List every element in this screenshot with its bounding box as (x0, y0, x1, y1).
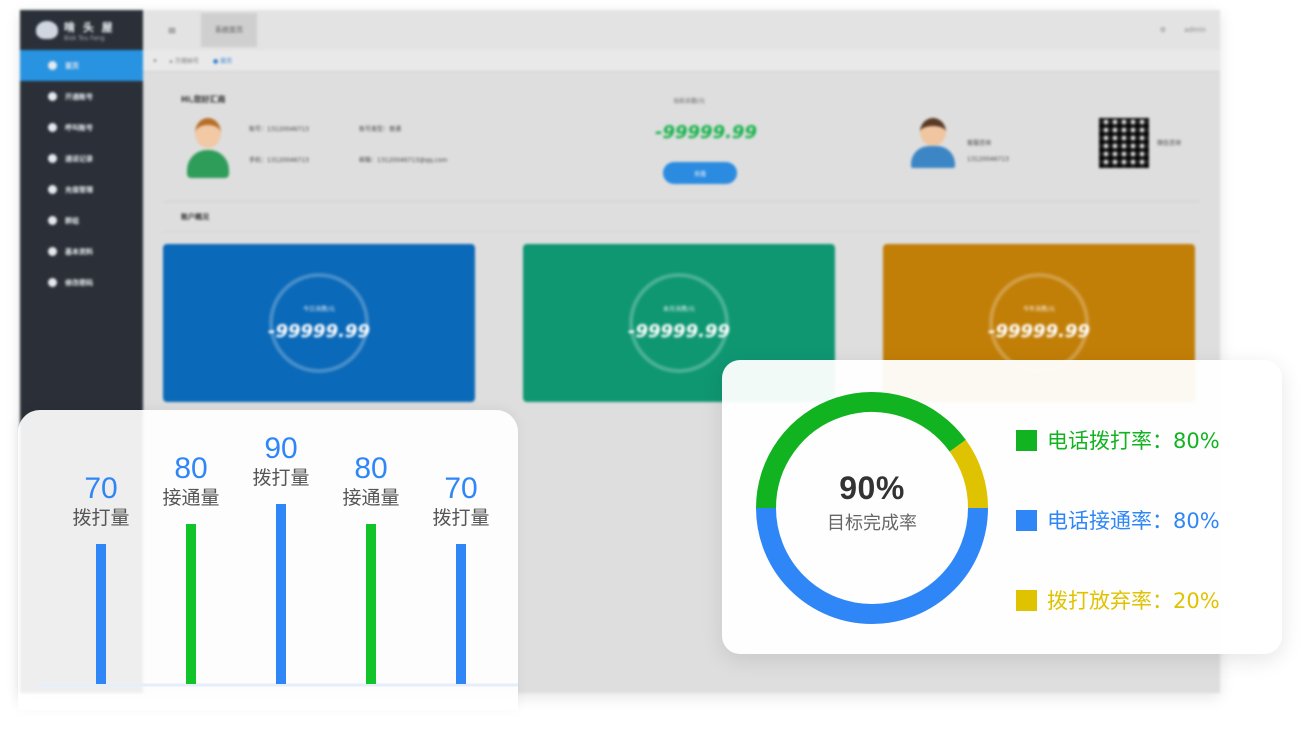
lock-icon (48, 278, 57, 287)
sidebar-item-recharge[interactable]: 充值管理 (20, 174, 143, 205)
bar-value-label: 80 (174, 452, 207, 485)
donut-legend: 电话拨打率：80% 电话接通率：80% 拨打放弃率：20% (1016, 400, 1220, 640)
legend-label: 电话拨打率：80% (1047, 429, 1220, 453)
recharge-button[interactable]: 充值 (663, 162, 737, 184)
tab-dashboard[interactable]: 系统首页 (201, 13, 257, 47)
group-icon (48, 216, 57, 225)
bar-category-label: 接通量 (162, 487, 219, 509)
home-icon (48, 61, 57, 70)
legend-item: 电话拨打率：80% (1016, 400, 1220, 480)
top-bar: ≡ 系统首页 ⚙ admin (143, 10, 1220, 50)
donut-center: 90% 目标完成率 (792, 470, 952, 535)
breadcrumb-current[interactable]: ● 首页 (213, 56, 232, 65)
bar-category-label: 拨打量 (72, 507, 129, 529)
sidebar-item-group[interactable]: 群组 (20, 205, 143, 236)
bar (366, 524, 376, 684)
legend-swatch (1016, 589, 1037, 611)
service-info: 客服咨询 13120046713 (967, 136, 1009, 168)
legend-label: 电话接通率：80% (1047, 509, 1220, 533)
phone-icon (48, 123, 57, 132)
legend-item: 拨打放弃率：20% (1016, 560, 1220, 640)
service-phone: 13120046713 (967, 156, 1009, 163)
service-label: 客服咨询 (967, 140, 992, 147)
logo-mark-icon (36, 21, 58, 39)
user-menu[interactable]: admin (1184, 26, 1206, 34)
stat-card-label: 今年消费/元 (1022, 306, 1056, 313)
avatar (185, 116, 231, 180)
menu-toggle-icon[interactable]: ≡ (143, 24, 201, 37)
sidebar-nav: 首页 开通账号 呼叫账号 通话记录 充值管理 群组 基本资料 修改密码 (20, 50, 143, 298)
sidebar-item-profile[interactable]: 基本资料 (20, 236, 143, 267)
bar (456, 544, 466, 684)
account-fields: 账号：13120046713 账号类型：普通 手机：13120046713 邮箱… (249, 124, 519, 164)
greeting: Hi,您好汇商 (181, 95, 226, 104)
section-title: 账户概况 (163, 202, 1200, 232)
bar-value-label: 90 (264, 432, 297, 465)
wallet-icon (48, 185, 57, 194)
account-field: 账号类型：普通 (359, 126, 402, 133)
donut-center-value: 90% (839, 470, 905, 506)
legend-item: 电话接通率：80% (1016, 480, 1220, 560)
bar (186, 524, 196, 684)
logo-subtext: Bisk Tou Fang (64, 34, 105, 42)
ring-decoration (629, 273, 729, 373)
ring-decoration (989, 273, 1089, 373)
balance-label: 当前余额/元 (673, 98, 706, 105)
bar-value-label: 70 (444, 472, 477, 505)
legend-label: 拨打放弃率：20% (1047, 589, 1220, 613)
account-field: 手机：13120046713 (249, 157, 309, 164)
bar-category-label: 拨打量 (432, 507, 489, 529)
bar (96, 544, 106, 684)
breadcrumb: ◂ ▸ 万德纳号 ● 首页 (143, 50, 1220, 72)
donut-segment (949, 439, 988, 509)
bar-value-label: 70 (84, 472, 117, 505)
sidebar-item-password[interactable]: 修改密码 (20, 267, 143, 298)
balance-value: -99999.99 (655, 122, 757, 143)
account-info: Hi,您好汇商 账号：13120046713 账号类型：普通 手机：131200… (163, 72, 1200, 202)
ring-decoration (269, 273, 369, 373)
sidebar-item-open-account[interactable]: 开通账号 (20, 81, 143, 112)
breadcrumb-item[interactable]: ▸ 万德纳号 (170, 56, 199, 65)
bar-chart: 70拨打量80接通量90拨打量 80接通量 70拨打量 (38, 432, 518, 687)
sidebar-item-call-log[interactable]: 通话记录 (20, 143, 143, 174)
top-bar-right: ⚙ admin (1160, 26, 1220, 34)
customer-service-icon (911, 118, 955, 168)
stat-card-today: 今日消费/元 -99999.99 (163, 244, 475, 402)
bar (276, 504, 286, 684)
bar-category-label: 接通量 (342, 487, 399, 509)
donut-center-caption: 目标完成率 (827, 513, 917, 534)
account-field: 账号：13120046713 (249, 126, 309, 133)
wechat-label: 微信咨询 (1157, 140, 1182, 147)
settings-icon[interactable]: ⚙ (1160, 26, 1166, 34)
profile-icon (48, 247, 57, 256)
logo: 啃 头 屋 Bisk Tou Fang (20, 10, 143, 50)
bar-value-label: 80 (354, 452, 387, 485)
logo-text: 啃 头 屋 (64, 20, 115, 34)
stat-card-label: 今日消费/元 (302, 306, 336, 313)
donut-chart-panel: 90% 目标完成率 电话拨打率：80% 电话接通率：80% 拨打放弃率：20% (722, 360, 1282, 654)
sidebar-item-home[interactable]: 首页 (20, 50, 143, 81)
account-field: 邮箱：13120046713@qq.com (359, 157, 448, 164)
breadcrumb-back[interactable]: ◂ (153, 57, 156, 64)
legend-swatch (1016, 509, 1037, 531)
sidebar-item-call-account[interactable]: 呼叫账号 (20, 112, 143, 143)
clock-icon (48, 154, 57, 163)
bar-chart-panel: 70 拨打量 80 接通量 90 拨打量 80 接通量 70 拨打量 (18, 410, 518, 710)
stat-card-label: 本月消费/元 (662, 306, 696, 313)
legend-swatch (1016, 429, 1037, 451)
bar-category-label: 拨打量 (252, 467, 309, 489)
qr-code-icon (1099, 118, 1149, 168)
user-icon (48, 92, 57, 101)
